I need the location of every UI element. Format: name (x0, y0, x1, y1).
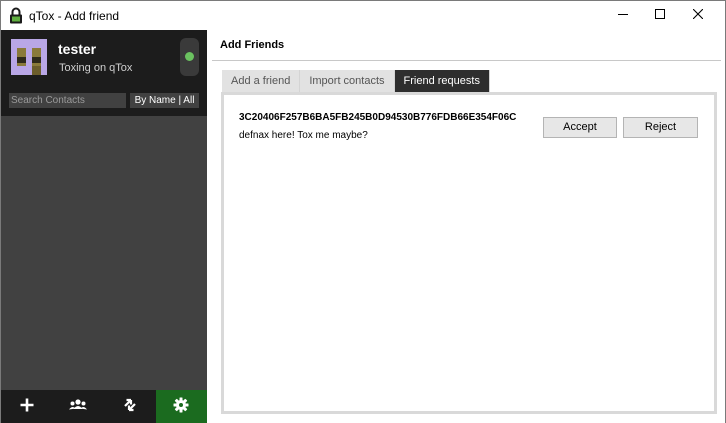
minimize-icon (618, 9, 628, 22)
file-transfer-icon (122, 397, 138, 416)
friend-requests-content: 3C20406F257B6BA5FB245B0D94530B776FDB66E3… (221, 92, 717, 414)
contacts-panel: tester Toxing on qTox By Name | All (1, 30, 207, 423)
close-button[interactable] (680, 1, 716, 30)
add-friend-icon (19, 397, 35, 416)
sort-filter-button[interactable]: By Name | All (130, 93, 199, 108)
accept-button[interactable]: Accept (543, 117, 617, 138)
online-status-icon (185, 52, 194, 61)
page-title: Add Friends (220, 39, 285, 51)
avatar[interactable] (11, 39, 47, 75)
add-friend-panel: Add Friends Add a friend Import contacts… (207, 30, 725, 423)
file-transfer-button[interactable] (104, 390, 156, 423)
bottom-toolbar (1, 390, 207, 423)
tab-add-a-friend[interactable]: Add a friend (222, 70, 301, 93)
title-divider (212, 60, 721, 61)
maximize-button[interactable] (642, 1, 678, 30)
request-tox-id: 3C20406F257B6BA5FB245B0D94530B776FDB66E3… (239, 112, 517, 123)
close-icon (692, 8, 704, 22)
tab-import-contacts[interactable]: Import contacts (300, 70, 395, 93)
title-bar: qTox - Add friend (1, 1, 725, 30)
profile-status-message[interactable]: Toxing on qTox (59, 62, 132, 74)
group-chat-button[interactable] (52, 390, 104, 423)
add-friend-button[interactable] (1, 390, 53, 423)
profile-header: tester Toxing on qTox By Name | All (1, 30, 207, 116)
tab-friend-requests[interactable]: Friend requests (394, 70, 490, 93)
settings-gear-icon (173, 397, 189, 416)
profile-name[interactable]: tester (58, 41, 96, 57)
lock-icon (9, 7, 23, 24)
group-chat-icon (69, 398, 88, 415)
minimize-button[interactable] (605, 1, 641, 30)
reject-button[interactable]: Reject (623, 117, 698, 138)
request-message: defnax here! Tox me maybe? (239, 130, 368, 141)
window-title: qTox - Add friend (29, 9, 120, 23)
tab-bar: Add a friend Import contacts Friend requ… (222, 70, 490, 93)
search-input[interactable] (9, 93, 126, 108)
app-window: qTox - Add friend tester Toxing on qTox … (0, 0, 726, 423)
maximize-icon (655, 9, 665, 22)
settings-button[interactable] (155, 390, 207, 423)
status-button[interactable] (180, 38, 199, 76)
